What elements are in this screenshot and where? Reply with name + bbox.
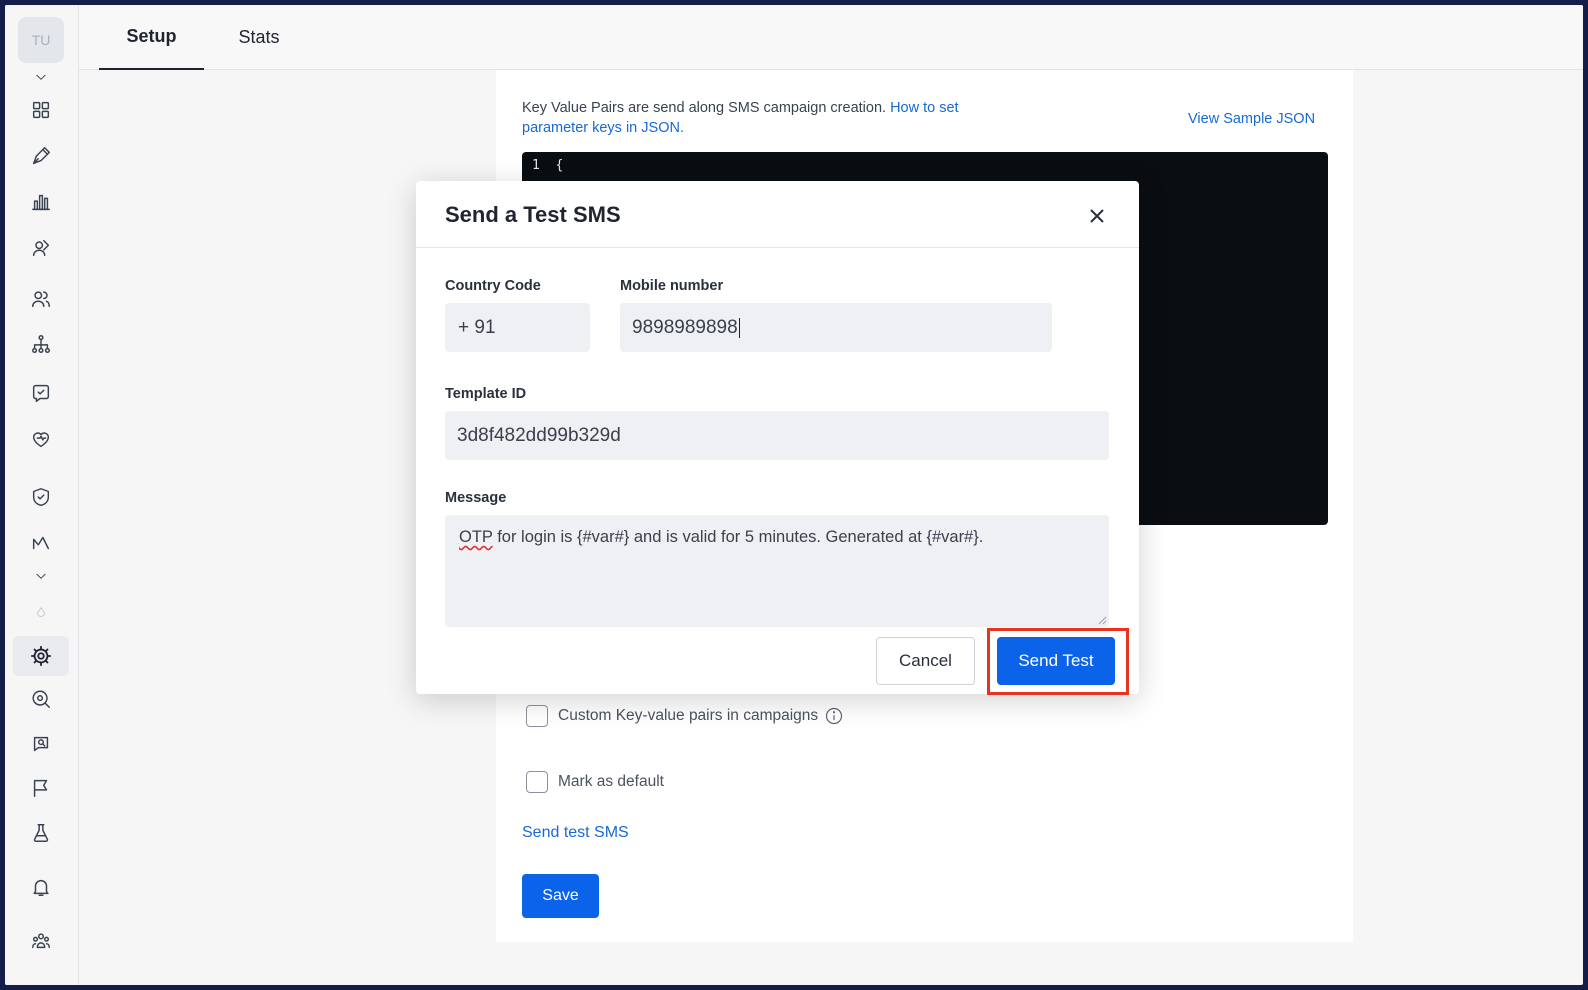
message-textarea[interactable]: OTP for login is {#var#} and is valid fo… xyxy=(445,515,1109,627)
country-code-label: Country Code xyxy=(445,278,541,294)
cancel-button[interactable]: Cancel xyxy=(876,637,975,685)
comment-flag-icon[interactable] xyxy=(27,774,55,802)
resize-grip-icon[interactable] xyxy=(1097,615,1107,625)
kv-description-text: Key Value Pairs are send along SMS campa… xyxy=(522,100,891,116)
users-icon[interactable] xyxy=(27,285,55,313)
sidebar: TU xyxy=(5,5,79,985)
view-sample-json-link[interactable]: View Sample JSON xyxy=(1188,111,1315,127)
search-circle-icon[interactable] xyxy=(27,685,55,713)
message-first-word: OTP xyxy=(459,528,493,546)
message-label: Message xyxy=(445,490,507,506)
template-id-value: 3d8f482dd99b329d xyxy=(457,424,621,446)
gear-icon[interactable] xyxy=(27,642,55,670)
save-button[interactable]: Save xyxy=(522,874,599,918)
hierarchy-icon[interactable] xyxy=(27,330,55,358)
modal-header: Send a Test SMS xyxy=(416,181,1139,248)
message-text: for login is {#var#} and is valid for 5 … xyxy=(492,528,984,546)
top-tab-bar: Setup Stats xyxy=(79,5,1583,70)
country-code-value: + 91 xyxy=(458,316,496,338)
heart-hand-icon[interactable] xyxy=(27,425,55,453)
modal-title: Send a Test SMS xyxy=(445,202,621,227)
user-journey-icon[interactable] xyxy=(27,234,55,262)
mark-default-checkbox[interactable] xyxy=(526,771,548,793)
dashboard-grid-icon[interactable] xyxy=(27,96,55,124)
send-test-button[interactable]: Send Test xyxy=(997,637,1115,685)
bar-chart-icon[interactable] xyxy=(27,188,55,216)
code-line-1: 1 { xyxy=(532,158,564,173)
flask-icon[interactable] xyxy=(27,819,55,847)
chevron-down-icon[interactable] xyxy=(27,562,55,590)
send-test-sms-link[interactable]: Send test SMS xyxy=(522,824,629,842)
mobile-number-value: 9898989898 xyxy=(632,316,738,338)
custom-kv-label: Custom Key-value pairs in campaigns xyxy=(558,707,819,724)
custom-kv-checkbox[interactable] xyxy=(526,705,548,727)
mobile-number-field[interactable]: 9898989898 xyxy=(620,303,1052,352)
country-code-field[interactable]: + 91 xyxy=(445,303,590,352)
kv-description-end: . xyxy=(679,120,684,136)
mobile-number-label: Mobile number xyxy=(620,278,724,294)
template-id-label: Template ID xyxy=(445,386,527,402)
send-test-sms-modal: Send a Test SMS Country Code + 91 Mobile… xyxy=(416,181,1139,695)
text-caret xyxy=(738,317,740,338)
avatar[interactable]: TU xyxy=(18,17,64,63)
search-chat-icon[interactable] xyxy=(27,730,55,758)
drop-icon xyxy=(27,599,55,627)
tab-setup[interactable]: Setup xyxy=(99,5,204,70)
analytics-icon[interactable] xyxy=(27,529,55,557)
pen-nib-icon[interactable] xyxy=(27,142,55,170)
team-icon[interactable] xyxy=(27,927,55,955)
chat-bot-icon[interactable] xyxy=(27,379,55,407)
template-id-field[interactable]: 3d8f482dd99b329d xyxy=(445,411,1109,460)
default-row: Mark as default xyxy=(526,771,664,793)
shield-icon[interactable] xyxy=(27,483,55,511)
tab-stats[interactable]: Stats xyxy=(219,5,299,70)
custom-kv-row: Custom Key-value pairs in campaigns xyxy=(526,705,844,727)
bell-icon[interactable] xyxy=(27,873,55,901)
app-frame: TU Setup Stats Key Value Pairs are send … xyxy=(5,5,1583,985)
mark-default-label: Mark as default xyxy=(558,773,664,790)
chevron-down-icon[interactable] xyxy=(27,63,55,91)
close-icon[interactable] xyxy=(1084,203,1110,229)
kv-description: Key Value Pairs are send along SMS campa… xyxy=(522,98,992,138)
info-icon[interactable] xyxy=(824,706,844,726)
